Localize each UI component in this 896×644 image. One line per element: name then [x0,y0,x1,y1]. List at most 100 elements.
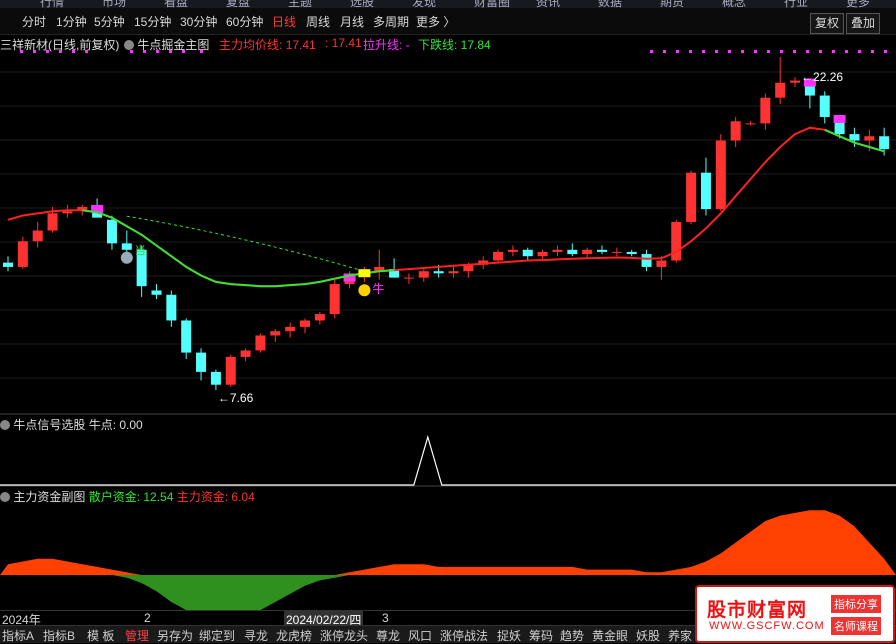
tab-6[interactable]: 寻龙 [244,627,268,644]
candle-body [552,249,563,252]
tab-11[interactable]: 涨停战法 [440,627,488,644]
tab-2[interactable]: 模 板 [87,627,114,644]
tab-8[interactable]: 涨停龙头 [320,627,368,644]
period-5[interactable]: 60分钟 [226,13,263,30]
signal-line [0,434,896,486]
candle-body [715,140,726,210]
period-9[interactable]: 多周期 [373,13,409,30]
marker-dot [715,50,718,53]
candle-body [879,136,890,150]
candle-body [344,275,355,285]
top-nav-item[interactable]: 概念 [722,0,746,8]
candle-body [240,350,251,357]
top-nav-item[interactable]: 主题 [288,0,312,8]
top-nav-item[interactable]: 行情 [40,0,64,8]
candle-body [32,230,43,242]
candle-body [389,269,400,278]
period-0[interactable]: 分时 [22,13,46,30]
tab-15[interactable]: 黄金眼 [592,627,628,644]
candle-body [166,294,177,321]
main-average-line [7,126,885,288]
indicator-title[interactable]: 牛点掘金主图 [124,36,209,53]
candle-body [804,80,815,96]
top-nav-item[interactable]: 市场 [102,0,126,8]
candle-body [597,249,607,252]
gear-icon[interactable] [124,40,134,50]
top-nav-item[interactable]: 财富圈 [474,0,510,8]
marker-dot [819,50,822,53]
tab-0[interactable]: 指标A [2,627,34,644]
dang-label: 当 [135,243,146,257]
candle-body [136,249,147,287]
candle-body [121,243,132,250]
top-nav-item[interactable]: 发现 [412,0,436,8]
period-1[interactable]: 1分钟 [56,13,87,30]
candle-body [77,206,88,212]
marker-dot [884,50,887,53]
period-4[interactable]: 30分钟 [180,13,217,30]
period-6[interactable]: 日线 [272,13,296,30]
main-ma-value: : 17.41 [325,36,362,50]
marker-dot [858,50,861,53]
candle-body [582,249,593,255]
top-nav-item[interactable]: 期货 [660,0,684,8]
sub1-title: 牛点信号选股 牛点: 0.00 [0,416,143,433]
candle-body [106,219,117,244]
gear-icon[interactable] [0,420,10,430]
candle-body [611,251,622,253]
marker-dot [832,50,835,53]
sad-face-icon [120,251,133,264]
top-nav-item[interactable]: 复盘 [226,0,250,8]
overlay-button[interactable]: 叠加 [846,13,881,34]
candle-body [626,251,637,255]
top-nav-item[interactable]: 数据 [598,0,622,8]
tab-5[interactable]: 绑定到 [199,627,235,644]
tab-13[interactable]: 筹码 [529,627,553,644]
candle-body [433,271,444,274]
top-nav-item[interactable]: 资讯 [536,0,560,8]
annotations: ←22.26 ←7.66 牛 当 [120,70,843,405]
candle-body [181,320,192,353]
candle-body [463,264,474,272]
period-toolbar: 复权 叠加 分时 1分钟 5分钟 15分钟 30分钟 60分钟 日线 周线 月线 多周期 更多 〉 [0,8,896,35]
tab-17[interactable]: 养家 [668,627,692,644]
tab-3[interactable]: 管理 [125,627,149,644]
main-ma-label: 主力均价线: 17.41 [219,38,316,52]
period-10[interactable]: 更多 〉 [416,13,455,30]
marker-dot [767,50,770,53]
tab-7[interactable]: 龙虎榜 [276,627,312,644]
period-7[interactable]: 周线 [306,13,330,30]
tab-12[interactable]: 捉妖 [497,627,521,644]
candle-body [478,260,489,265]
candle-body [314,314,325,321]
candle-body [300,320,310,327]
top-nav-item[interactable]: 选股 [350,0,374,8]
marker-dot [871,50,874,53]
top-nav-item[interactable]: 更多 [846,0,870,8]
marker-dot [689,50,692,53]
candle-body [3,262,13,267]
period-3[interactable]: 15分钟 [134,13,171,30]
tab-16[interactable]: 妖股 [636,627,660,644]
fuquan-button[interactable]: 复权 [810,13,845,34]
candle-body [151,290,162,295]
indicator-name: 牛点掘金主图 [137,38,210,52]
tab-1[interactable]: 指标B [43,627,75,644]
candle-body [641,254,652,267]
candle-body [730,121,741,141]
indicator-lines [7,126,885,288]
tab-14[interactable]: 趋势 [560,627,584,644]
gear-icon[interactable] [0,492,10,502]
candle-body [834,116,845,135]
marker-dot [650,50,653,53]
kline-chart[interactable]: ←22.26 ←7.66 牛 当 [0,0,896,610]
period-8[interactable]: 月线 [340,13,364,30]
tab-10[interactable]: 风口 [408,627,432,644]
tab-9[interactable]: 尊龙 [376,627,400,644]
tab-4[interactable]: 另存为 [157,627,193,644]
top-nav-item[interactable]: 看盘 [164,0,188,8]
period-2[interactable]: 5分钟 [94,13,125,30]
candle-body [656,260,667,267]
top-nav-item[interactable]: 行业 [784,0,808,8]
marker-dot [780,50,783,53]
